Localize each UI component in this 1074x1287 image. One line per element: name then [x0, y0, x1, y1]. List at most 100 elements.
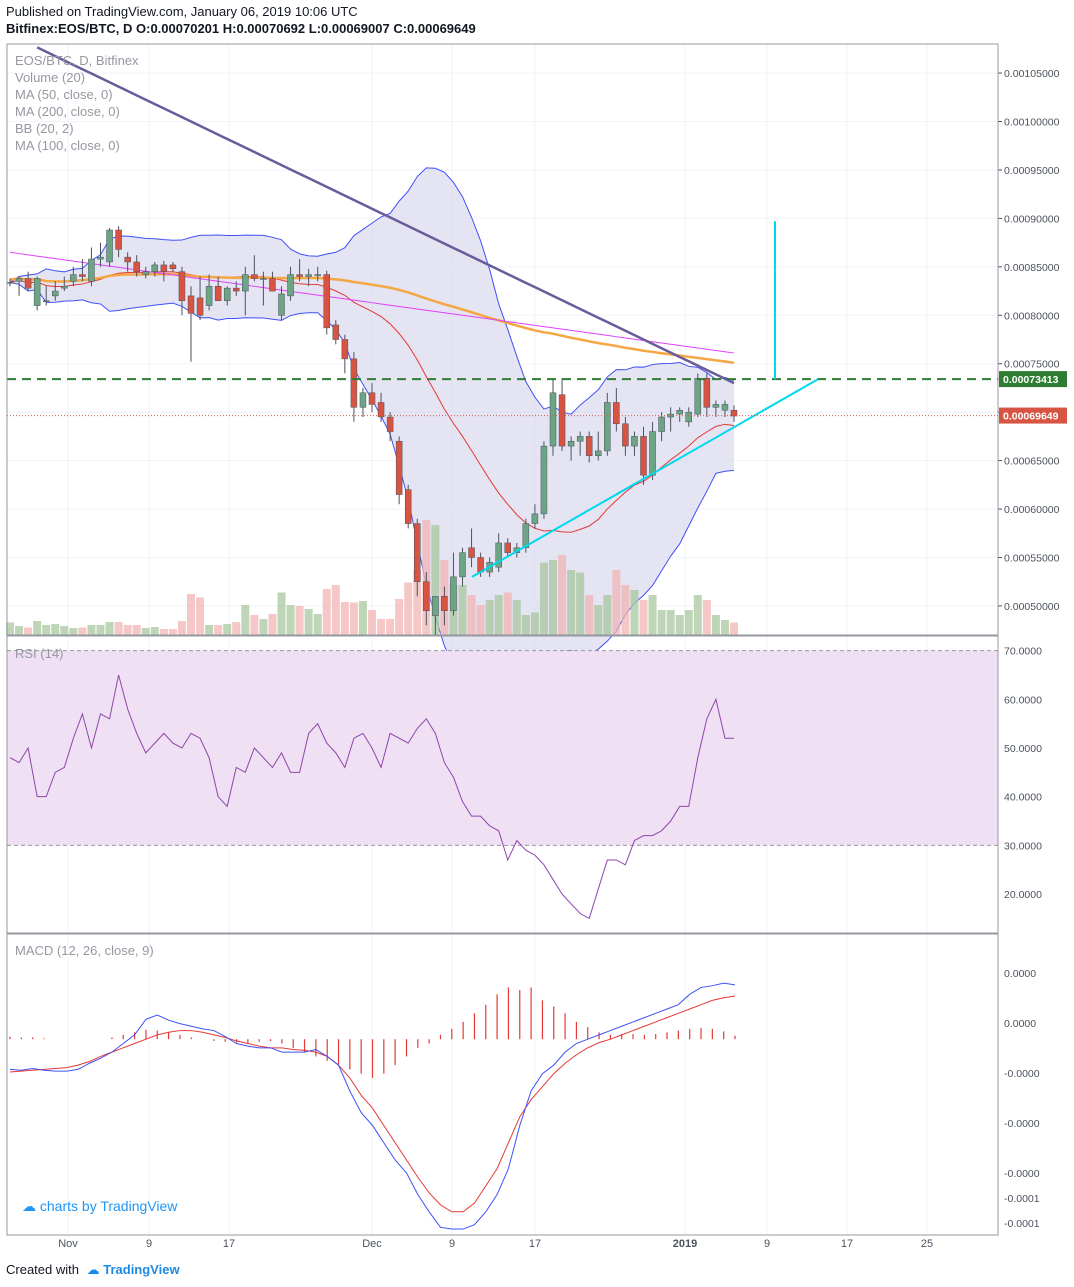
macd-tick-label: -0.0001: [1004, 1193, 1040, 1205]
volume-bar: [15, 626, 24, 635]
candle: [395, 436, 403, 505]
rsi-tick-label: 60.0000: [1004, 694, 1042, 706]
candle-body: [178, 271, 186, 301]
volume-bar: [177, 621, 186, 635]
volume-bar: [585, 595, 594, 635]
candle: [540, 441, 548, 519]
macd-tick-label: 0.0000: [1004, 968, 1036, 980]
volume-bar: [304, 609, 313, 635]
legend-ma200[interactable]: MA (200, close, 0): [15, 104, 120, 119]
volume-bar: [87, 625, 96, 635]
volume-bar: [51, 624, 60, 635]
x-tick-label: 17: [529, 1238, 541, 1250]
ohlc-line: Bitfinex:EOS/BTC, D O:0.00070201 H:0.000…: [6, 21, 476, 36]
volume-bar: [395, 599, 404, 635]
volume-bar: [33, 621, 42, 635]
legend-ma100[interactable]: MA (100, close, 0): [15, 138, 120, 153]
x-tick-label: Dec: [362, 1238, 382, 1250]
volume-bar: [567, 570, 576, 635]
volume-bar: [467, 595, 476, 635]
candle-body: [332, 324, 340, 340]
candle-body: [314, 274, 321, 276]
candle-body: [703, 378, 711, 408]
candle-body: [531, 513, 539, 524]
candle-body: [441, 595, 448, 612]
legend-macd[interactable]: MACD (12, 26, close, 9): [15, 943, 154, 958]
volume-bar: [666, 610, 675, 635]
rsi-tick-label: 50.0000: [1004, 743, 1042, 755]
candle-body: [233, 287, 240, 292]
candle-body: [613, 402, 620, 425]
price-tick-label: 0.00105000: [1004, 68, 1060, 80]
candle: [404, 484, 412, 529]
price-tick-label: 0.00050000: [1004, 601, 1060, 613]
legend-ma50[interactable]: MA (50, close, 0): [15, 87, 113, 102]
volume-bar: [476, 605, 485, 635]
tradingview-logo-icon: ☁: [86, 1262, 100, 1277]
volume-bar: [512, 600, 521, 635]
volume-bar: [187, 594, 195, 635]
candle-body: [395, 440, 403, 495]
candle-body: [115, 229, 122, 250]
candle-body: [414, 523, 421, 582]
candle-body: [712, 404, 720, 408]
volume-bar: [123, 625, 132, 635]
footer-brand[interactable]: ☁ TradingView: [87, 1262, 180, 1277]
candle-body: [124, 256, 131, 263]
legend-rsi[interactable]: RSI (14): [15, 646, 63, 661]
x-tick-label: 9: [449, 1238, 455, 1250]
watermark: ☁ charts by TradingView: [22, 1198, 177, 1215]
legend-bb[interactable]: BB (20, 2): [15, 121, 74, 136]
rsi-tick-label: 70.0000: [1004, 646, 1042, 658]
x-tick-label: Nov: [58, 1238, 78, 1250]
candle-body: [196, 297, 204, 316]
candle-body: [694, 378, 702, 415]
volume-bar: [250, 615, 259, 635]
candle-body: [33, 278, 41, 306]
volume-bar: [24, 627, 33, 635]
candle-body: [368, 392, 376, 405]
footer-brand-text: TradingView: [103, 1262, 180, 1277]
candle-body: [169, 264, 177, 270]
x-tick-label: 2019: [673, 1238, 697, 1250]
rsi-pane[interactable]: [7, 650, 998, 920]
candle-body: [6, 282, 14, 284]
volume-bar: [259, 619, 268, 635]
candle-body: [160, 264, 168, 272]
volume-bar: [205, 625, 214, 635]
candle-body: [685, 411, 692, 423]
candle-body: [404, 489, 412, 524]
volume-bar: [494, 595, 503, 635]
chart[interactable]: Nov 9 17 Dec 9 17 2019 9 17 25 0.00105000 0.0010000…: [0, 0, 1074, 1287]
volume-bar: [521, 615, 530, 635]
volume-bar: [639, 600, 648, 635]
volume-bar: [711, 615, 720, 635]
volume-bar: [539, 562, 548, 635]
volume-bar: [349, 602, 358, 635]
volume-bar: [132, 625, 141, 635]
candle-body: [558, 394, 566, 447]
candle-body: [42, 300, 50, 302]
x-tick-label: 9: [764, 1238, 770, 1250]
volume-bar: [368, 610, 376, 635]
legend-volume[interactable]: Volume (20): [15, 70, 85, 85]
candle-body: [622, 423, 629, 447]
candle: [106, 228, 113, 267]
x-tick-label: 17: [841, 1238, 853, 1250]
legend-symbol[interactable]: EOS/BTC, D, Bitfinex: [15, 53, 139, 68]
macd-tick-label: -0.0000: [1004, 1068, 1040, 1080]
tradingview-cloud-icon: ☁: [22, 1198, 36, 1214]
volume-bar: [558, 555, 567, 635]
volume-bar: [150, 627, 159, 635]
x-tick-label: 25: [921, 1238, 933, 1250]
macd-tick-label: 0.0000: [1004, 1018, 1036, 1030]
footer-created: Created with: [6, 1262, 79, 1277]
volume-bar: [675, 615, 684, 635]
x-tick-label: 9: [146, 1238, 152, 1250]
candle-body: [223, 287, 231, 301]
candle-body: [242, 274, 249, 292]
volume-bar: [277, 592, 286, 635]
volume-bar: [223, 624, 232, 635]
candle: [33, 276, 41, 311]
volume-bar: [386, 619, 395, 635]
